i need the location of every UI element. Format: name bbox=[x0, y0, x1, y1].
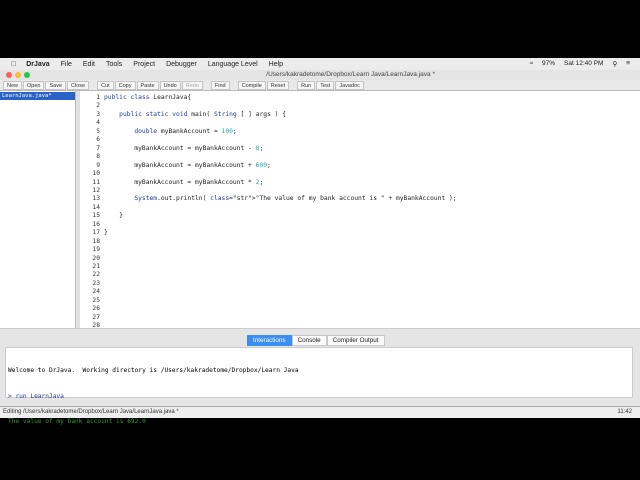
line-number: 10 bbox=[92, 170, 100, 178]
interactions-pane[interactable]: Welcome to DrJava. Working directory is … bbox=[5, 347, 633, 451]
menu-tools[interactable]: Tools bbox=[106, 61, 122, 68]
find-button[interactable]: Find bbox=[210, 80, 230, 90]
save-button[interactable]: Save bbox=[45, 80, 67, 90]
run-button[interactable]: Run bbox=[297, 80, 316, 90]
open-button[interactable]: Open bbox=[23, 80, 45, 90]
line-number: 23 bbox=[92, 279, 100, 287]
cut-button[interactable]: Cut bbox=[97, 80, 114, 90]
status-text: Editing /Users/kakradetome/Dropbox/Learn… bbox=[3, 409, 179, 415]
undo-button[interactable]: Undo bbox=[159, 80, 181, 90]
run-command: > run LearnJava bbox=[8, 392, 64, 400]
line-number: 3 bbox=[96, 110, 100, 118]
code-line: myBankAccount = myBankAccount - 8; bbox=[104, 144, 264, 152]
file-list: LearnJava.java* bbox=[0, 91, 76, 328]
compile-button[interactable]: Compile bbox=[237, 80, 266, 90]
copy-button[interactable]: Copy bbox=[114, 80, 136, 90]
javadoc-button[interactable]: Javadoc bbox=[335, 80, 364, 90]
code-line: } bbox=[104, 212, 123, 220]
menu-edit[interactable]: Edit bbox=[83, 61, 95, 68]
welcome-text: Welcome to DrJava. Working directory is … bbox=[8, 367, 299, 374]
line-number: 4 bbox=[96, 119, 100, 127]
line-number: 14 bbox=[92, 203, 100, 211]
line-number: 1 bbox=[96, 94, 100, 101]
minimize-window-button[interactable] bbox=[15, 72, 21, 78]
menu-help[interactable]: Help bbox=[269, 61, 283, 68]
clock[interactable]: Sat 12:40 PM bbox=[564, 60, 603, 68]
status-bar: Editing /Users/kakradetome/Dropbox/Learn… bbox=[0, 406, 640, 418]
redo-button[interactable]: Redo bbox=[181, 80, 203, 90]
toolbar: New Open Save Close Cut Copy Paste Undo … bbox=[0, 80, 640, 91]
line-number: 12 bbox=[92, 186, 100, 194]
code-editor[interactable]: 1 public class LearnJava{ 2 3 public static… bbox=[80, 91, 640, 329]
line-number: 27 bbox=[92, 313, 100, 321]
menu-file[interactable]: File bbox=[61, 61, 72, 68]
line-number: 21 bbox=[92, 263, 100, 270]
code-line: public class LearnJava{ bbox=[104, 94, 192, 101]
cursor-position: 11:42 bbox=[617, 409, 632, 415]
wifi-icon[interactable]: ≈ bbox=[529, 60, 533, 68]
line-number: 19 bbox=[92, 246, 100, 254]
program-output: The value of my bank account is 692.0 bbox=[8, 418, 146, 425]
line-number: 2 bbox=[96, 102, 100, 110]
list-icon[interactable]: ≡ bbox=[626, 60, 630, 68]
menu-language-level[interactable]: Language Level bbox=[208, 61, 258, 68]
file-item-learnjava[interactable]: LearnJava.java* bbox=[0, 92, 75, 100]
code-line: System.out.println( class="str">"The val… bbox=[134, 195, 457, 203]
battery-status[interactable]: 97% bbox=[542, 60, 555, 68]
line-number: 26 bbox=[92, 305, 100, 313]
line-number: 9 bbox=[96, 161, 100, 169]
line-number: 15 bbox=[92, 212, 100, 220]
line-number: 22 bbox=[92, 271, 100, 279]
line-number: 18 bbox=[92, 237, 100, 245]
menu-app[interactable]: DrJava bbox=[26, 61, 49, 68]
interactions-panel: Interactions Console Compiler Output Wel… bbox=[0, 334, 640, 451]
line-number: 5 bbox=[96, 127, 100, 135]
search-icon[interactable]: ⚲ bbox=[612, 60, 617, 68]
line-number: 13 bbox=[92, 195, 100, 203]
line-number: 24 bbox=[92, 288, 100, 296]
line-number: 17 bbox=[92, 229, 100, 237]
new-button[interactable]: New bbox=[3, 80, 23, 90]
line-number: 11 bbox=[92, 178, 100, 186]
code-line: myBankAccount = myBankAccount * 2; bbox=[104, 178, 264, 186]
line-number: 20 bbox=[92, 254, 100, 262]
menu-debugger[interactable]: Debugger bbox=[166, 61, 197, 68]
line-number: 6 bbox=[96, 136, 100, 144]
prompt[interactable]: > bbox=[8, 444, 630, 453]
code-line: } bbox=[104, 229, 108, 237]
line-number: 25 bbox=[92, 296, 100, 304]
window-title: /Users/kakradetome/Dropbox/Learn Java/Le… bbox=[266, 71, 435, 78]
title-bar: /Users/kakradetome/Dropbox/Learn Java/Le… bbox=[0, 70, 640, 80]
code-line: double myBankAccount = 100; bbox=[134, 127, 237, 135]
line-number: 7 bbox=[96, 144, 100, 152]
code-line: myBankAccount = myBankAccount + 600; bbox=[104, 161, 271, 169]
code-line: public static void main( String [ ] args… bbox=[119, 110, 287, 118]
menu-bar:  DrJava File Edit Tools Project Debugge… bbox=[0, 58, 640, 70]
apple-icon[interactable]:  bbox=[11, 61, 16, 68]
menu-project[interactable]: Project bbox=[133, 61, 155, 68]
close-button[interactable]: Close bbox=[67, 80, 90, 90]
tab-compiler-output[interactable]: Compiler Output bbox=[326, 335, 385, 346]
close-window-button[interactable] bbox=[6, 72, 12, 78]
paste-button[interactable]: Paste bbox=[136, 80, 159, 90]
reset-button[interactable]: Reset bbox=[266, 80, 290, 90]
line-number: 16 bbox=[92, 220, 100, 228]
tab-console[interactable]: Console bbox=[291, 335, 327, 346]
line-number: 8 bbox=[96, 153, 100, 161]
zoom-window-button[interactable] bbox=[24, 72, 30, 78]
test-button[interactable]: Test bbox=[316, 80, 335, 90]
tab-interactions[interactable]: Interactions bbox=[247, 335, 292, 346]
